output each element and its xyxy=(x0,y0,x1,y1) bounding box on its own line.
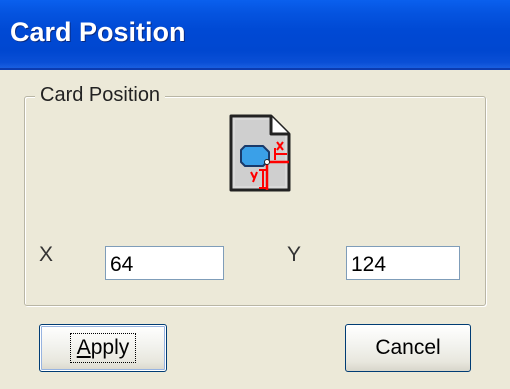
cancel-button[interactable]: Cancel xyxy=(345,324,471,372)
title-bar[interactable]: Card Position xyxy=(0,0,510,70)
card-position-icon xyxy=(229,114,291,192)
y-label: Y xyxy=(287,243,302,266)
apply-button[interactable]: Apply xyxy=(39,324,167,372)
apply-button-label: Apply xyxy=(69,333,137,363)
y-position-input[interactable] xyxy=(346,246,460,280)
apply-mnemonic: A xyxy=(76,336,91,359)
groupbox-label: Card Position xyxy=(35,83,166,107)
x-label: X xyxy=(39,243,54,266)
apply-label-rest: pply xyxy=(90,336,130,359)
card-position-dialog: Card Position Card Position X Y Apply Ca… xyxy=(0,0,510,389)
x-position-input[interactable] xyxy=(105,246,224,280)
window-title: Card Position xyxy=(10,17,186,47)
